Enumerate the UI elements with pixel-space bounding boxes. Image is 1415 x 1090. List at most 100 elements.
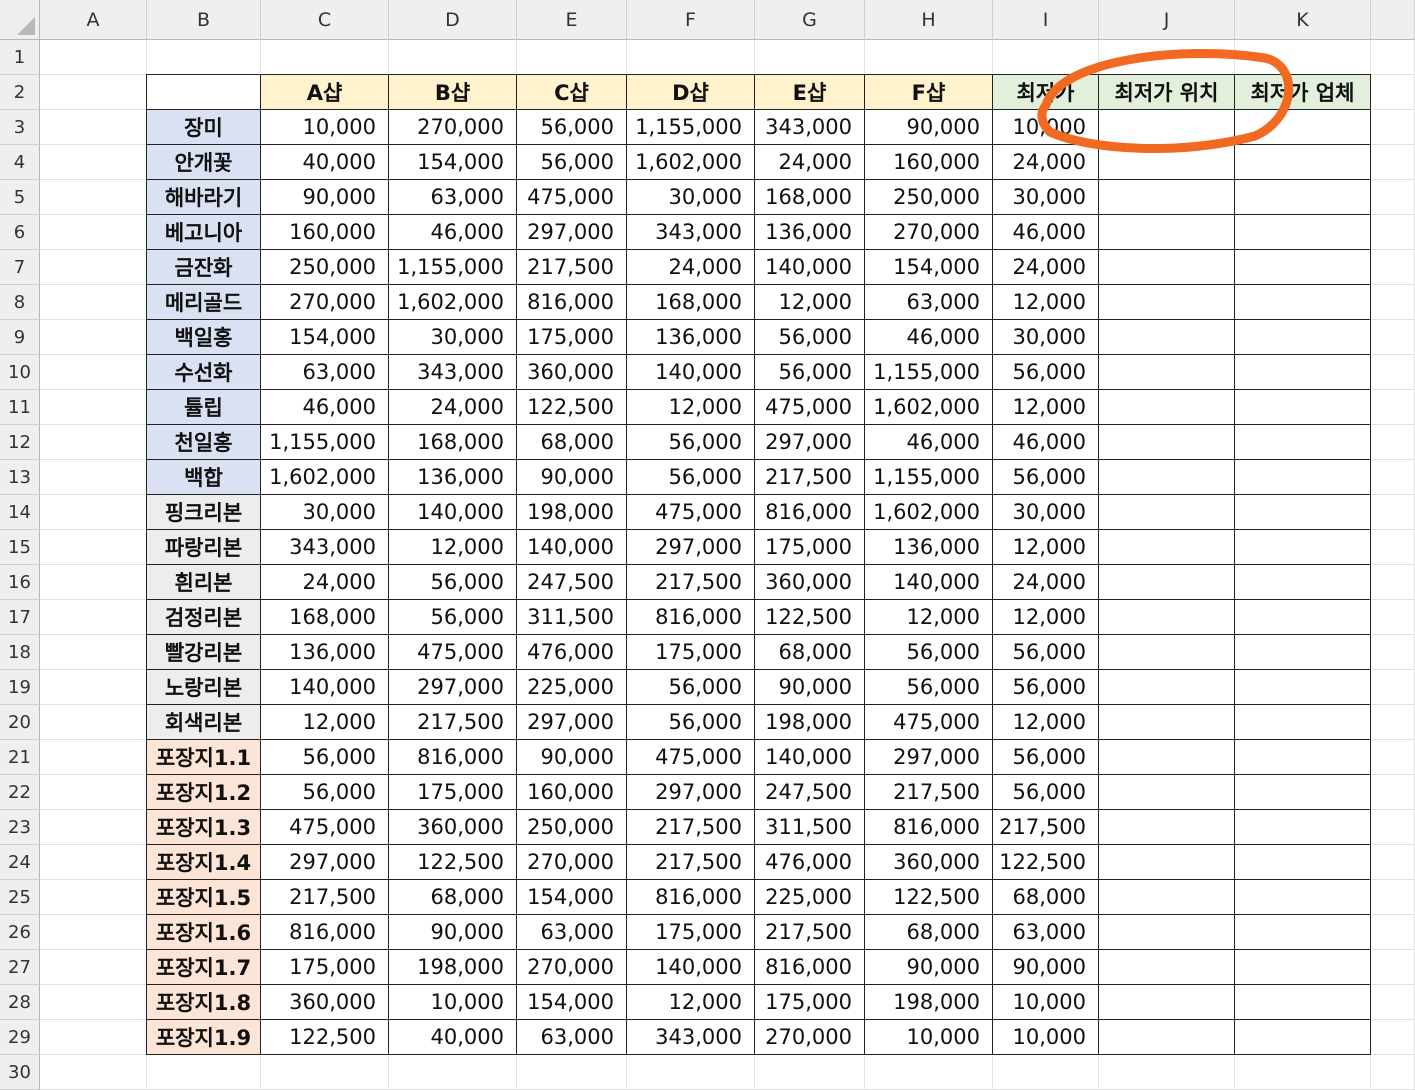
cell[interactable] [40, 600, 147, 635]
cell[interactable] [40, 320, 147, 355]
cell[interactable] [1371, 600, 1415, 635]
price-cell[interactable]: 56,000 [517, 110, 627, 145]
price-cell[interactable]: 816,000 [389, 740, 517, 775]
cell[interactable] [40, 845, 147, 880]
cell[interactable] [40, 215, 147, 250]
min-price-cell[interactable]: 12,000 [993, 285, 1099, 320]
min-price-cell[interactable]: 56,000 [993, 460, 1099, 495]
price-cell[interactable]: 343,000 [627, 215, 755, 250]
item-label-cell[interactable]: 천일홍 [147, 425, 261, 460]
cell[interactable] [147, 40, 261, 75]
item-label-cell[interactable]: 포장지1.5 [147, 880, 261, 915]
item-label-cell[interactable]: 튤립 [147, 390, 261, 425]
price-cell[interactable]: 68,000 [755, 635, 865, 670]
row-header-28[interactable]: 28 [0, 985, 40, 1020]
price-cell[interactable]: 68,000 [517, 425, 627, 460]
min-location-cell[interactable] [1099, 425, 1235, 460]
min-vendor-cell[interactable] [1235, 705, 1371, 740]
item-label-cell[interactable]: 포장지1.4 [147, 845, 261, 880]
item-label-cell[interactable]: 백합 [147, 460, 261, 495]
cell[interactable] [40, 635, 147, 670]
cell[interactable] [389, 40, 517, 75]
price-cell[interactable]: 168,000 [627, 285, 755, 320]
price-cell[interactable]: 24,000 [389, 390, 517, 425]
row-header-26[interactable]: 26 [0, 915, 40, 950]
price-cell[interactable]: 475,000 [517, 180, 627, 215]
min-location-cell[interactable] [1099, 565, 1235, 600]
price-cell[interactable]: 68,000 [389, 880, 517, 915]
price-cell[interactable]: 56,000 [865, 670, 993, 705]
min-vendor-cell[interactable] [1235, 600, 1371, 635]
min-price-cell[interactable]: 24,000 [993, 250, 1099, 285]
min-location-cell[interactable] [1099, 845, 1235, 880]
min-vendor-cell[interactable] [1235, 1020, 1371, 1055]
min-price-cell[interactable]: 12,000 [993, 705, 1099, 740]
cell[interactable] [40, 145, 147, 180]
cell[interactable] [1371, 285, 1415, 320]
min-price-cell[interactable]: 68,000 [993, 880, 1099, 915]
table-header-cell[interactable] [147, 75, 261, 110]
min-price-cell[interactable]: 10,000 [993, 1020, 1099, 1055]
cell[interactable] [1235, 40, 1371, 75]
cell[interactable] [1371, 810, 1415, 845]
item-label-cell[interactable]: 금잔화 [147, 250, 261, 285]
price-cell[interactable]: 250,000 [517, 810, 627, 845]
price-cell[interactable]: 168,000 [389, 425, 517, 460]
price-cell[interactable]: 270,000 [517, 950, 627, 985]
min-price-cell[interactable]: 10,000 [993, 110, 1099, 145]
min-location-cell[interactable] [1099, 600, 1235, 635]
price-cell[interactable]: 56,000 [261, 775, 389, 810]
min-price-cell[interactable]: 24,000 [993, 565, 1099, 600]
min-vendor-cell[interactable] [1235, 985, 1371, 1020]
min-vendor-cell[interactable] [1235, 565, 1371, 600]
min-location-cell[interactable] [1099, 495, 1235, 530]
row-header-9[interactable]: 9 [0, 320, 40, 355]
min-vendor-cell[interactable] [1235, 180, 1371, 215]
price-cell[interactable]: 360,000 [389, 810, 517, 845]
min-location-cell[interactable] [1099, 635, 1235, 670]
row-header-14[interactable]: 14 [0, 495, 40, 530]
price-cell[interactable]: 816,000 [517, 285, 627, 320]
cell[interactable] [40, 495, 147, 530]
column-header-k[interactable]: K [1235, 0, 1371, 40]
item-label-cell[interactable]: 회색리본 [147, 705, 261, 740]
price-cell[interactable]: 140,000 [755, 250, 865, 285]
row-header-20[interactable]: 20 [0, 705, 40, 740]
price-cell[interactable]: 56,000 [627, 460, 755, 495]
price-cell[interactable]: 311,500 [755, 810, 865, 845]
price-cell[interactable]: 270,000 [261, 285, 389, 320]
min-location-cell[interactable] [1099, 285, 1235, 320]
min-price-cell[interactable]: 46,000 [993, 425, 1099, 460]
price-cell[interactable]: 816,000 [755, 495, 865, 530]
row-header-17[interactable]: 17 [0, 600, 40, 635]
row-header-15[interactable]: 15 [0, 530, 40, 565]
min-location-cell[interactable] [1099, 950, 1235, 985]
min-location-cell[interactable] [1099, 320, 1235, 355]
min-price-cell[interactable]: 30,000 [993, 180, 1099, 215]
cell[interactable] [517, 40, 627, 75]
min-location-cell[interactable] [1099, 460, 1235, 495]
price-cell[interactable]: 140,000 [627, 355, 755, 390]
table-header-cell[interactable]: 최저가 [993, 75, 1099, 110]
min-location-cell[interactable] [1099, 740, 1235, 775]
row-header-21[interactable]: 21 [0, 740, 40, 775]
price-cell[interactable]: 217,500 [755, 460, 865, 495]
item-label-cell[interactable]: 안개꽃 [147, 145, 261, 180]
cell[interactable] [40, 915, 147, 950]
price-cell[interactable]: 140,000 [517, 530, 627, 565]
min-vendor-cell[interactable] [1235, 845, 1371, 880]
price-cell[interactable]: 63,000 [261, 355, 389, 390]
row-header-22[interactable]: 22 [0, 775, 40, 810]
cell[interactable] [40, 565, 147, 600]
price-cell[interactable]: 247,500 [517, 565, 627, 600]
table-header-cell[interactable]: D샵 [627, 75, 755, 110]
cell[interactable] [1371, 670, 1415, 705]
table-header-cell[interactable]: 최저가 업체 [1235, 75, 1371, 110]
price-cell[interactable]: 1,602,000 [627, 145, 755, 180]
price-cell[interactable]: 30,000 [261, 495, 389, 530]
price-cell[interactable]: 154,000 [517, 985, 627, 1020]
price-cell[interactable]: 12,000 [627, 985, 755, 1020]
cell[interactable] [865, 40, 993, 75]
price-cell[interactable]: 816,000 [865, 810, 993, 845]
min-price-cell[interactable]: 56,000 [993, 670, 1099, 705]
